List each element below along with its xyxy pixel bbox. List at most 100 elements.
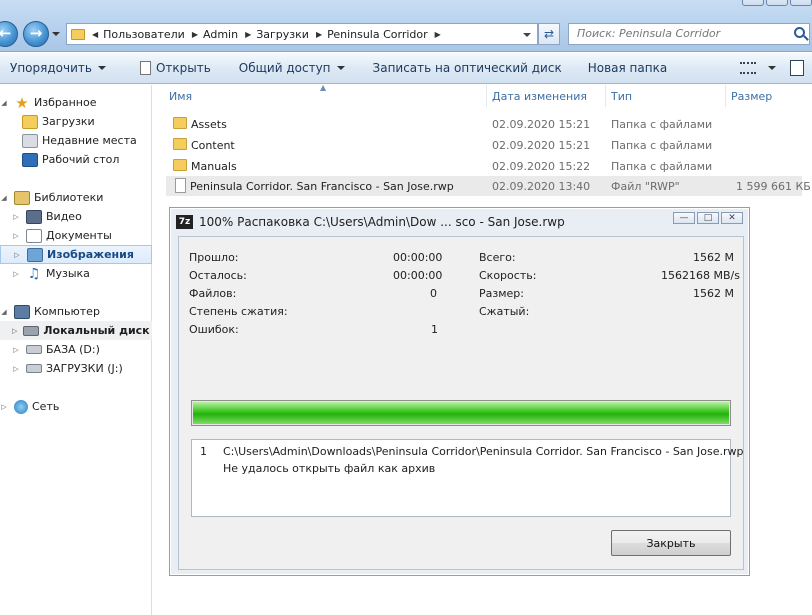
nav-label: ЗАГРУЗКИ (J:) — [46, 362, 123, 375]
collapse-arrow-icon[interactable]: ◢ — [0, 308, 8, 316]
search-input[interactable]: Поиск: Peninsula Corridor — [568, 23, 810, 45]
new-folder-button[interactable]: Новая папка — [578, 53, 677, 83]
size-value: 1562 M — [693, 287, 734, 300]
file-name: Content — [191, 139, 235, 152]
share-label: Общий доступ — [238, 61, 331, 75]
dialog-titlebar[interactable]: 7z 100% Распаковка C:\Users\Admin\Dow ..… — [170, 208, 749, 236]
folder-icon — [173, 159, 187, 171]
column-divider[interactable] — [486, 85, 487, 107]
column-divider[interactable] — [605, 85, 606, 107]
nav-network[interactable]: ▷ Сеть — [0, 397, 59, 416]
chevron-down-icon[interactable] — [768, 66, 776, 70]
file-row[interactable]: Peninsula Corridor. San Francisco - San … — [166, 176, 811, 196]
chevron-right-icon[interactable]: ▶ — [435, 30, 441, 39]
preview-pane-icon[interactable] — [790, 60, 804, 76]
collapse-arrow-icon[interactable]: ◢ — [0, 99, 8, 107]
dialog-window-controls: — □ ✕ — [673, 212, 743, 224]
address-bar[interactable]: ◀ Пользователи ▶ Admin ▶ Загрузки ▶ Peni… — [66, 23, 538, 45]
nav-music[interactable]: ▷ ♫ Музыка — [12, 264, 90, 283]
expand-arrow-icon[interactable]: ▷ — [12, 346, 20, 354]
column-name[interactable]: Имя — [169, 90, 192, 103]
expand-arrow-icon[interactable]: ▷ — [12, 232, 20, 240]
folder-icon — [173, 138, 187, 150]
file-row[interactable]: Content 02.09.2020 15:21 Папка с файлами — [166, 135, 802, 155]
chevron-right-icon[interactable]: ▶ — [316, 30, 322, 39]
dialog-maximize-button[interactable]: □ — [697, 212, 719, 224]
libraries-icon — [14, 190, 30, 205]
back-button[interactable]: ← — [0, 21, 18, 47]
file-date: 02.09.2020 13:40 — [492, 180, 591, 193]
nav-downloads[interactable]: Загрузки — [16, 112, 95, 131]
organize-menu[interactable]: Упорядочить — [0, 53, 116, 83]
close-button[interactable]: Закрыть — [611, 530, 731, 556]
nav-local-disk[interactable]: ▷ Локальный диск ( — [0, 321, 159, 340]
nav-libraries[interactable]: ◢ Библиотеки — [0, 188, 103, 207]
files-label: Файлов: — [189, 287, 237, 300]
messages-list[interactable]: 1 C:\Users\Admin\Downloads\Peninsula Cor… — [191, 439, 743, 517]
address-history-dropdown[interactable] — [523, 33, 531, 37]
forward-button[interactable]: → — [23, 21, 49, 47]
message-path: C:\Users\Admin\Downloads\Peninsula Corri… — [223, 445, 744, 458]
recent-pages-dropdown[interactable] — [52, 32, 60, 36]
nav-drive-j[interactable]: ▷ ЗАГРУЗКИ (J:) — [12, 359, 123, 378]
expand-arrow-icon[interactable]: ▷ — [0, 403, 8, 411]
7zip-logo-icon: 7z — [176, 215, 193, 229]
dialog-close-button[interactable]: ✕ — [721, 212, 743, 224]
folder-icon — [173, 117, 187, 129]
star-icon: ★ — [15, 93, 29, 112]
nav-recent-places[interactable]: Недавние места — [16, 131, 137, 150]
file-type: Папка с файлами — [611, 160, 713, 173]
folder-icon — [71, 28, 85, 40]
column-divider[interactable] — [725, 85, 726, 107]
hard-drive-icon — [23, 325, 40, 336]
chevron-right-icon[interactable]: ▶ — [245, 30, 251, 39]
file-row[interactable]: Assets 02.09.2020 15:21 Папка с файлами — [166, 114, 802, 134]
breadcrumb-item[interactable]: Пользователи — [103, 28, 185, 41]
column-type[interactable]: Тип — [611, 90, 632, 103]
breadcrumb-item[interactable]: Загрузки — [256, 28, 309, 41]
file-date: 02.09.2020 15:21 — [492, 118, 591, 131]
expand-arrow-icon[interactable]: ▷ — [12, 365, 20, 373]
dialog-minimize-button[interactable]: — — [673, 212, 695, 224]
search-placeholder: Поиск: Peninsula Corridor — [577, 27, 721, 40]
nav-images[interactable]: ▷ Изображения — [0, 245, 152, 264]
search-icon[interactable] — [794, 27, 805, 38]
refresh-button[interactable]: ⇄ — [538, 23, 560, 45]
progress-fill — [193, 402, 729, 424]
nav-favorites[interactable]: ◢ ★ Избранное — [0, 93, 96, 112]
file-row[interactable]: Manuals 02.09.2020 15:22 Папка с файлами — [166, 156, 802, 176]
column-size[interactable]: Размер — [731, 90, 772, 103]
chevron-right-icon[interactable]: ▶ — [192, 30, 198, 39]
nav-label: Музыка — [46, 267, 90, 280]
breadcrumb-item[interactable]: Admin — [203, 28, 238, 41]
file-type: Файл "RWP" — [611, 180, 680, 193]
maximize-button[interactable] — [766, 0, 788, 6]
share-menu[interactable]: Общий доступ — [229, 53, 355, 83]
chevron-right-icon: ◀ — [92, 29, 99, 39]
nav-desktop[interactable]: Рабочий стол — [16, 150, 119, 169]
nav-computer[interactable]: ◢ Компьютер — [0, 302, 100, 321]
expand-arrow-icon[interactable]: ▷ — [12, 327, 17, 335]
chevron-down-icon — [97, 66, 106, 70]
new-folder-label: Новая папка — [587, 61, 668, 75]
refresh-icon: ⇄ — [543, 27, 555, 41]
dialog-title: 100% Распаковка C:\Users\Admin\Dow ... s… — [199, 215, 565, 229]
expand-arrow-icon[interactable]: ▷ — [12, 213, 20, 221]
file-size: 1 599 661 КБ — [736, 180, 811, 193]
expand-arrow-icon[interactable]: ▷ — [13, 251, 21, 259]
nav-video[interactable]: ▷ Видео — [12, 207, 82, 226]
nav-drive-d[interactable]: ▷ БАЗА (D:) — [12, 340, 100, 359]
errors-label: Ошибок: — [189, 323, 239, 336]
column-date[interactable]: Дата изменения — [492, 90, 587, 103]
expand-arrow-icon[interactable]: ▷ — [12, 270, 20, 278]
nav-label: Изображения — [47, 248, 134, 261]
burn-disc-button[interactable]: Записать на оптический диск — [363, 53, 572, 83]
close-window-button[interactable] — [790, 0, 812, 6]
collapse-arrow-icon[interactable]: ◢ — [0, 194, 8, 202]
minimize-button[interactable] — [742, 0, 764, 6]
nav-documents[interactable]: ▷ Документы — [12, 226, 112, 245]
view-mode-icon[interactable] — [740, 62, 756, 74]
breadcrumb: ◀ Пользователи ▶ Admin ▶ Загрузки ▶ Peni… — [85, 28, 446, 41]
open-button[interactable]: Открыть — [130, 53, 221, 83]
breadcrumb-item[interactable]: Peninsula Corridor — [327, 28, 428, 41]
